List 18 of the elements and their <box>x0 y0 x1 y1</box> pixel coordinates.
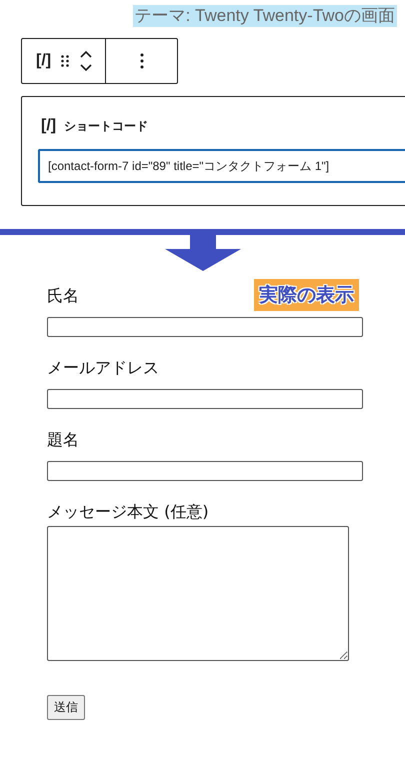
caption: テーマ: Twenty Twenty-Twoの画面 <box>132 5 397 27</box>
input-field[interactable] <box>47 317 363 337</box>
input-field[interactable] <box>47 389 363 409</box>
shortcode-field[interactable]: [contact-form-7 id="89" title="コンタクトフォーム 1"] <box>38 149 405 183</box>
shortcode-icon: [/] <box>41 117 56 135</box>
field-label: メッセージ本文 (任意) <box>47 501 209 523</box>
input-field[interactable] <box>47 461 363 481</box>
drag-handle-icon[interactable] <box>61 55 70 67</box>
submit-button[interactable]: 送信 <box>47 695 85 720</box>
field-label: メールアドレス <box>47 357 159 379</box>
move-up-down-icon[interactable] <box>79 49 94 73</box>
message-field[interactable] <box>47 526 349 661</box>
block-type-button[interactable]: [/] <box>36 52 52 70</box>
field-label: 題名 <box>47 429 79 451</box>
badge: 実際の表示 <box>254 279 359 311</box>
block-title: ショートコード <box>64 118 148 134</box>
down-arrow-icon <box>164 233 240 271</box>
field-label: 氏名 <box>47 285 79 307</box>
